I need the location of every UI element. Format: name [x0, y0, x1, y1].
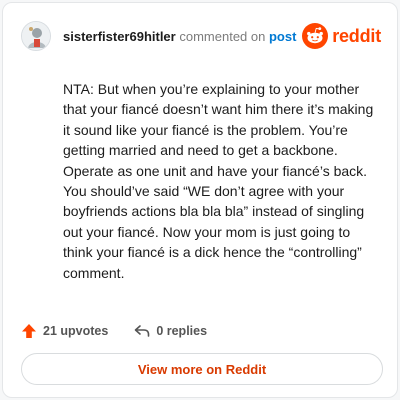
avatar-image	[22, 22, 50, 50]
post-link[interactable]: post	[269, 29, 296, 44]
byline: sisterfister69hitler commented on post	[63, 29, 296, 44]
upvote-action[interactable]: 21 upvotes	[21, 323, 108, 339]
view-more-on-reddit-button[interactable]: View more on Reddit	[21, 353, 383, 385]
commented-on-text: commented on	[179, 28, 266, 44]
upvote-arrow-icon	[22, 324, 36, 338]
reddit-snoo-icon	[302, 23, 329, 49]
reddit-wordmark: reddit	[332, 25, 381, 46]
username-link[interactable]: sisterfister69hitler	[63, 29, 176, 44]
comment-actions: 21 upvotes 0 replies	[21, 321, 207, 341]
embedded-comment-card: sisterfister69hitler commented on post r…	[2, 2, 398, 398]
upvotes-count: 21 upvotes	[43, 324, 109, 338]
reply-action[interactable]: 0 replies	[134, 323, 207, 339]
comment-body: NTA: But when you’re explaining to your …	[63, 81, 374, 281]
reddit-logo[interactable]: reddit	[302, 23, 381, 49]
replies-count: 0 replies	[156, 324, 208, 338]
comment-header: sisterfister69hitler commented on post r…	[21, 19, 381, 53]
avatar[interactable]	[21, 21, 51, 51]
reply-arrow-icon	[135, 325, 150, 337]
